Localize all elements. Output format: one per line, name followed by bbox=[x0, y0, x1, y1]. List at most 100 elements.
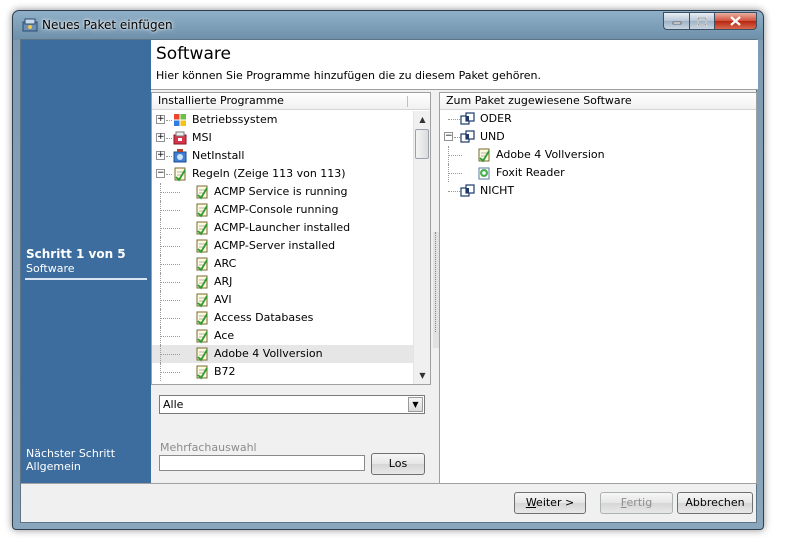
rule-icon bbox=[196, 311, 208, 326]
tree-item[interactable]: + NetInstall bbox=[152, 147, 414, 165]
rule-icon bbox=[196, 203, 208, 218]
tree-item[interactable]: + Betriebssystem bbox=[152, 111, 414, 129]
finish-button[interactable]: Fertig bbox=[600, 492, 673, 514]
installed-programs-header[interactable]: Installierte Programme bbox=[152, 93, 430, 110]
window-title: Neues Paket einfügen bbox=[42, 18, 173, 32]
maximize-button[interactable] bbox=[689, 12, 714, 30]
expand-toggle-icon[interactable]: − bbox=[156, 169, 165, 178]
scroll-up-button[interactable]: ▲ bbox=[414, 111, 430, 128]
tree-item[interactable]: + MSI bbox=[152, 129, 414, 147]
tree-item[interactable]: ODER bbox=[440, 110, 756, 128]
tree-guide-line bbox=[160, 210, 180, 211]
filter-select-value: Alle bbox=[163, 398, 184, 411]
tree-guide-line bbox=[160, 336, 180, 337]
tree-item-label: ARJ bbox=[214, 275, 233, 288]
rule-icon bbox=[196, 275, 208, 290]
tree-item[interactable]: Adobe 4 Vollversion bbox=[152, 345, 414, 363]
rule-icon bbox=[196, 257, 208, 272]
tree-guide-line bbox=[160, 354, 180, 355]
tree-item[interactable]: AVI bbox=[152, 291, 414, 309]
tree-guide-line bbox=[160, 264, 180, 265]
tree-guide-line bbox=[160, 228, 180, 229]
tree-guide-line bbox=[160, 192, 180, 193]
finish-button-label: ertig bbox=[626, 496, 653, 509]
tree-item-label: B72 bbox=[214, 365, 236, 378]
tree-item-label: Foxit Reader bbox=[496, 166, 565, 179]
rule-icon bbox=[196, 185, 208, 200]
tree-item[interactable]: NICHT bbox=[440, 182, 756, 200]
tree-item-label: ACMP Service is running bbox=[214, 185, 348, 198]
tree-item[interactable]: − UND bbox=[440, 128, 756, 146]
logic-group-icon bbox=[460, 184, 475, 197]
tree-item[interactable]: ACMP Service is running bbox=[152, 183, 414, 201]
assigned-software-header[interactable]: Zum Paket zugewiesene Software bbox=[440, 93, 756, 110]
tree-item-label: NICHT bbox=[480, 184, 515, 197]
scroll-down-button[interactable]: ▼ bbox=[414, 367, 430, 384]
tree-item-label: UND bbox=[480, 130, 505, 143]
next-step-label: Nächster Schritt bbox=[26, 447, 116, 460]
tree-item-label: Ace bbox=[214, 329, 235, 342]
tree-item[interactable]: ACMP-Console running bbox=[152, 201, 414, 219]
tree-item[interactable]: Access Databases bbox=[152, 309, 414, 327]
tree-guide-line bbox=[448, 173, 462, 174]
page-header: Software Hier können Sie Programme hinzu… bbox=[151, 40, 758, 90]
next-button[interactable]: Weiter > bbox=[514, 492, 586, 514]
tree-item[interactable]: Foxit Reader bbox=[440, 164, 756, 182]
rule-icon bbox=[174, 167, 186, 182]
chevron-down-icon[interactable]: ▼ bbox=[408, 397, 423, 412]
netinstall-icon bbox=[173, 149, 187, 163]
splitter-grip[interactable] bbox=[435, 232, 437, 332]
tree-item[interactable]: Adobe 4 Vollversion bbox=[440, 146, 756, 164]
tree-item[interactable]: ARC bbox=[152, 255, 414, 273]
expand-toggle-icon[interactable]: + bbox=[156, 115, 165, 124]
windows-icon bbox=[174, 114, 186, 126]
tree-guide-line bbox=[160, 318, 180, 319]
title-bar[interactable]: Neues Paket einfügen bbox=[13, 11, 763, 38]
tree-guide-line bbox=[160, 282, 180, 283]
tree-item-label: AVI bbox=[214, 293, 232, 306]
tree-item[interactable]: Ace bbox=[152, 327, 414, 345]
tree-item[interactable]: ARJ bbox=[152, 273, 414, 291]
column-separator[interactable] bbox=[407, 96, 408, 107]
tree-item[interactable]: − Regeln (Zeige 113 von 113) bbox=[152, 165, 414, 183]
step-divider bbox=[25, 278, 147, 280]
tree-guide-line bbox=[448, 191, 460, 192]
close-button[interactable] bbox=[714, 12, 757, 30]
wizard-client-area: Schritt 1 von 5 Software Nächster Schrit… bbox=[20, 39, 758, 523]
maximize-icon bbox=[697, 16, 707, 26]
tree-guide-line bbox=[448, 155, 462, 156]
installed-scrollbar[interactable]: ▲ ▼ bbox=[413, 111, 430, 384]
tree-item[interactable]: ACMP-Launcher installed bbox=[152, 219, 414, 237]
wizard-window: Neues Paket einfügen Schritt 1 von 5 Sof… bbox=[12, 10, 764, 530]
tree-item[interactable]: B72 bbox=[152, 363, 414, 381]
next-button-mnemonic: W bbox=[525, 496, 537, 509]
cancel-button[interactable]: Abbrechen bbox=[677, 492, 753, 514]
expand-toggle-icon[interactable]: − bbox=[444, 132, 453, 141]
current-step-title: Schritt 1 von 5 bbox=[26, 247, 126, 261]
assigned-software-tree[interactable]: Zum Paket zugewiesene Software ODER − UND A… bbox=[439, 92, 757, 484]
tree-item-label: ODER bbox=[480, 112, 512, 125]
installed-programs-tree[interactable]: Installierte Programme + Betriebssystem + M… bbox=[151, 92, 431, 385]
go-button[interactable]: Los bbox=[371, 453, 425, 475]
current-step-name: Software bbox=[26, 262, 75, 275]
expand-toggle-icon[interactable]: + bbox=[156, 151, 165, 160]
minimize-button[interactable] bbox=[663, 12, 689, 30]
tree-guide-line bbox=[160, 372, 180, 373]
rule-icon bbox=[196, 239, 208, 254]
logic-group-icon bbox=[460, 130, 475, 143]
rule-icon bbox=[196, 221, 208, 236]
multi-select-input[interactable] bbox=[159, 455, 365, 471]
tree-item-label: Betriebssystem bbox=[192, 113, 278, 126]
tree-item-label: ACMP-Launcher installed bbox=[214, 221, 351, 234]
expand-toggle-icon[interactable]: + bbox=[156, 133, 165, 142]
software-package-icon bbox=[478, 167, 490, 180]
scrollbar-thumb[interactable] bbox=[415, 129, 429, 159]
page-title: Software bbox=[156, 44, 231, 64]
rule-icon bbox=[196, 347, 208, 362]
assigned-software-header-label: Zum Paket zugewiesene Software bbox=[446, 94, 632, 107]
filter-select[interactable]: Alle ▼ bbox=[159, 395, 425, 414]
tree-item-label: Access Databases bbox=[214, 311, 314, 324]
page-subtitle: Hier können Sie Programme hinzufügen die… bbox=[156, 69, 541, 82]
tree-item[interactable]: ACMP-Server installed bbox=[152, 237, 414, 255]
tree-item-label: MSI bbox=[192, 131, 212, 144]
